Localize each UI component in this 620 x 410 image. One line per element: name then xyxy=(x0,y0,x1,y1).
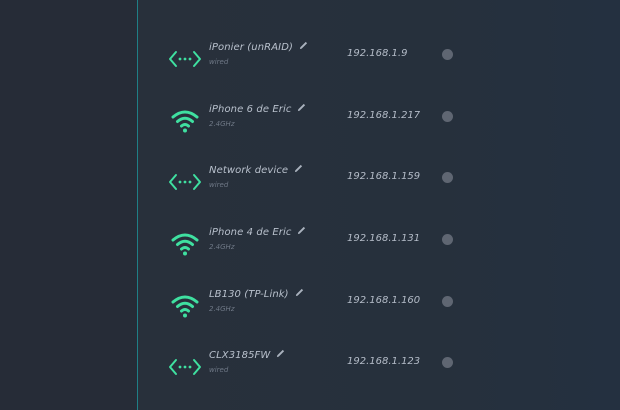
device-panel: wired iPonier (unRAID) wired 192.168.1.9… xyxy=(138,0,620,410)
device-ip: 192.168.1.160 xyxy=(347,295,421,306)
list-item[interactable]: LB130 (TP-Link) 2.4GHz 192.168.1.160 xyxy=(138,287,620,331)
device-name-text: iPhone 4 de Eric xyxy=(209,227,292,238)
pencil-icon[interactable] xyxy=(297,226,306,235)
device-connection-type: wired xyxy=(209,366,229,374)
left-sidebar xyxy=(0,0,137,410)
status-dot xyxy=(442,234,453,245)
device-name-text: Network device xyxy=(209,165,289,176)
device-name[interactable]: CLX3185FW xyxy=(209,349,285,361)
status-dot xyxy=(442,296,453,307)
pencil-icon[interactable] xyxy=(295,288,304,297)
list-item[interactable]: iPonier (unRAID) wired 192.168.1.9 xyxy=(138,40,620,84)
pencil-icon[interactable] xyxy=(276,349,285,358)
pencil-icon[interactable] xyxy=(299,41,308,50)
device-connection-type: wired xyxy=(209,58,229,66)
device-connection-type: 2.4GHz xyxy=(209,305,235,313)
device-name-text: iPhone 6 de Eric xyxy=(209,104,292,115)
device-list: wired iPonier (unRAID) wired 192.168.1.9… xyxy=(138,0,620,410)
status-dot xyxy=(442,111,453,122)
ethernet-icon xyxy=(168,354,202,382)
list-item-partial: wired xyxy=(138,0,620,44)
list-item[interactable]: iPhone 6 de Eric 2.4GHz 192.168.1.217 xyxy=(138,102,620,146)
device-ip: 192.168.1.159 xyxy=(347,171,421,182)
status-dot xyxy=(442,357,453,368)
device-name[interactable]: Network device xyxy=(209,164,303,176)
device-name[interactable]: iPhone 4 de Eric xyxy=(209,226,306,238)
device-name[interactable]: LB130 (TP-Link) xyxy=(209,288,304,300)
device-ip: 192.168.1.131 xyxy=(347,233,421,244)
pencil-icon[interactable] xyxy=(294,164,303,173)
list-item[interactable]: Network device wired 192.168.1.159 xyxy=(138,163,620,207)
device-connection-type: wired xyxy=(209,0,228,2)
status-dot xyxy=(442,49,453,60)
device-name-text: LB130 (TP-Link) xyxy=(209,289,289,300)
ethernet-icon xyxy=(168,169,202,197)
list-item[interactable]: CLX3185FW wired 192.168.1.123 xyxy=(138,348,620,392)
device-ip: 192.168.1.123 xyxy=(347,356,421,367)
device-name-text: CLX3185FW xyxy=(209,350,271,361)
device-ip: 192.168.1.217 xyxy=(347,110,421,121)
wifi-icon xyxy=(168,108,202,136)
wifi-icon xyxy=(168,231,202,259)
device-ip: 192.168.1.9 xyxy=(347,48,408,59)
device-connection-type: 2.4GHz xyxy=(209,120,235,128)
wifi-icon xyxy=(168,293,202,321)
device-name[interactable]: iPonier (unRAID) xyxy=(209,41,308,53)
device-connection-type: 2.4GHz xyxy=(209,243,235,251)
device-name-text: iPonier (unRAID) xyxy=(209,42,294,53)
pencil-icon[interactable] xyxy=(297,103,306,112)
device-connection-type: wired xyxy=(209,181,229,189)
list-item[interactable]: iPhone 4 de Eric 2.4GHz 192.168.1.131 xyxy=(138,225,620,269)
ethernet-icon xyxy=(168,46,202,74)
status-dot xyxy=(442,172,453,183)
device-name[interactable]: iPhone 6 de Eric xyxy=(209,103,306,115)
